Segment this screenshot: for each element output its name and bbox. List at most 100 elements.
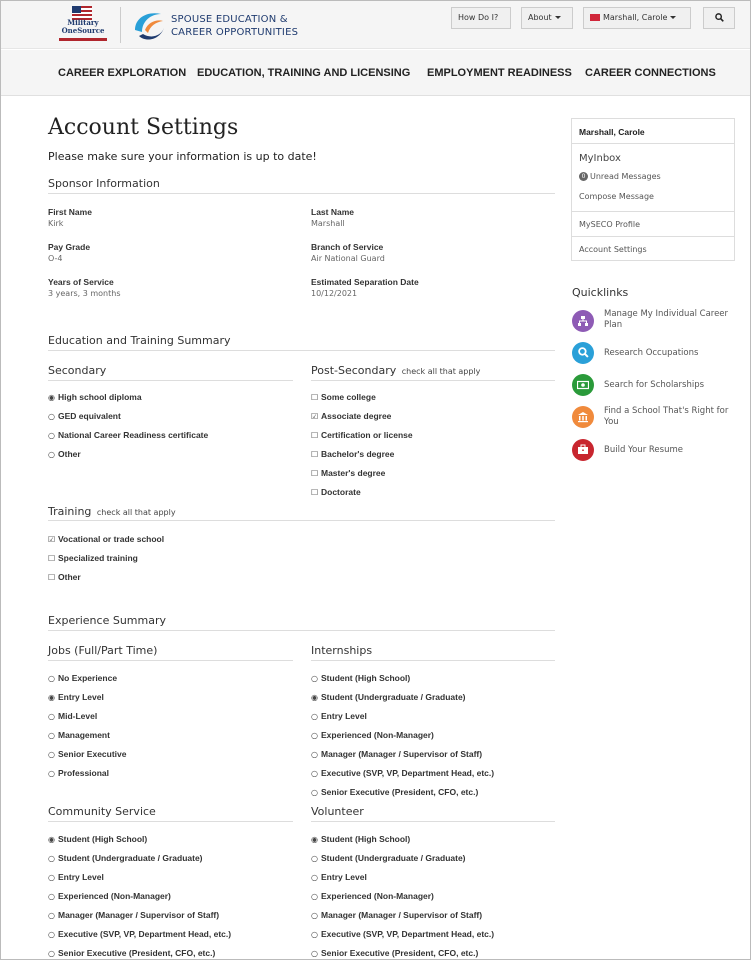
radio-option[interactable]: ◉ Student (High School): [311, 834, 410, 845]
radio-selected-icon: ◉: [48, 693, 55, 702]
pay-grade-value: O-4: [48, 254, 63, 263]
radio-option[interactable]: ◉ High school diploma: [48, 392, 142, 403]
radio-option[interactable]: ○ Executive (SVP, VP, Department Head, et…: [311, 768, 494, 779]
radio-empty-icon: ○: [311, 731, 318, 740]
checkbox-empty-icon: ☐: [48, 554, 56, 563]
radio-empty-icon: ○: [311, 769, 318, 778]
radio-option[interactable]: ○ Senior Executive (President, CFO, etc.): [311, 948, 478, 959]
quicklink-research-occupations[interactable]: Research Occupations: [604, 348, 734, 359]
quicklink-find-school[interactable]: Find a School That's Right for You: [604, 406, 734, 428]
radio-option[interactable]: ○ Manager (Manager / Supervisor of Staff): [48, 910, 219, 921]
radio-option[interactable]: ○ Manager (Manager / Supervisor of Staff): [311, 910, 482, 921]
radio-option[interactable]: ○ Student (Undergraduate / Graduate): [48, 853, 203, 864]
radio-option[interactable]: ○ Experienced (Non-Manager): [48, 891, 171, 902]
checkbox-option[interactable]: ☐ Master's degree: [311, 468, 385, 479]
checkbox-option[interactable]: ☐ Bachelor's degree: [311, 449, 394, 460]
radio-option[interactable]: ○ No Experience: [48, 673, 117, 684]
jobs-heading: Jobs (Full/Part Time): [48, 644, 158, 657]
radio-option[interactable]: ○ Executive (SVP, VP, Department Head, et…: [48, 929, 231, 940]
radio-option[interactable]: ○ Manager (Manager / Supervisor of Staff): [311, 749, 482, 760]
first-name-label: First Name: [48, 207, 92, 217]
school-icon[interactable]: [572, 406, 594, 428]
radio-option[interactable]: ○ GED equivalent: [48, 411, 121, 422]
checkbox-empty-icon: ☐: [311, 450, 319, 459]
nav-career-exploration[interactable]: CAREER EXPLORATION: [58, 67, 186, 79]
nav-employment-readiness[interactable]: EMPLOYMENT READINESS: [427, 67, 572, 79]
education-heading: Education and Training Summary: [48, 334, 231, 347]
option-label: High school diploma: [58, 392, 142, 402]
account-sidebar: Marshall, Carole MyInbox 0 Unread Message…: [571, 118, 735, 261]
nav-career-connections[interactable]: CAREER CONNECTIONS: [585, 67, 716, 79]
seco-logo-line1: SPOUSE EDUCATION &: [171, 14, 288, 25]
search-icon[interactable]: [572, 342, 594, 364]
radio-option[interactable]: ○ Experienced (Non-Manager): [311, 891, 434, 902]
quicklink-build-resume[interactable]: Build Your Resume: [604, 445, 734, 456]
how-do-i-button[interactable]: How Do I?: [451, 7, 511, 29]
radio-empty-icon: ○: [48, 854, 55, 863]
radio-option[interactable]: ○ Senior Executive: [48, 749, 127, 760]
radio-option[interactable]: ○ National Career Readiness certificate: [48, 430, 208, 441]
radio-option[interactable]: ○ Mid-Level: [48, 711, 97, 722]
about-dropdown[interactable]: About: [521, 7, 573, 29]
radio-option[interactable]: ○ Senior Executive (President, CFO, etc.): [48, 948, 215, 959]
radio-option[interactable]: ○ Entry Level: [311, 872, 367, 883]
radio-option[interactable]: ○ Entry Level: [311, 711, 367, 722]
radio-option[interactable]: ◉ Student (High School): [48, 834, 147, 845]
option-label: Entry Level: [58, 692, 104, 702]
nav-education-training-licensing[interactable]: EDUCATION, TRAINING AND LICENSING: [197, 67, 410, 79]
briefcase-icon[interactable]: [572, 439, 594, 461]
radio-option[interactable]: ○ Senior Executive (President, CFO, etc.): [311, 787, 478, 798]
checkbox-option[interactable]: ☐ Certification or license: [311, 430, 413, 441]
radio-option[interactable]: ○ Management: [48, 730, 110, 741]
checkbox-option[interactable]: ☐ Doctorate: [311, 487, 361, 498]
checkbox-option[interactable]: ☑ Vocational or trade school: [48, 534, 164, 545]
seco-logo-text: SPOUSE EDUCATION & CAREER OPPORTUNITIES: [171, 13, 298, 39]
sitemap-icon[interactable]: [572, 310, 594, 332]
page-subtitle: Please make sure your information is up …: [48, 150, 317, 163]
radio-option[interactable]: ○ Student (Undergraduate / Graduate): [311, 853, 466, 864]
checkbox-empty-icon: ☐: [48, 573, 56, 582]
seco-logo-line2: CAREER OPPORTUNITIES: [171, 27, 299, 38]
section-divider: [48, 380, 293, 381]
sidebar-compose-link[interactable]: Compose Message: [579, 192, 654, 201]
radio-option[interactable]: ○ Executive (SVP, VP, Department Head, et…: [311, 929, 494, 940]
option-label: Management: [58, 730, 110, 740]
quicklink-scholarships[interactable]: Search for Scholarships: [604, 380, 734, 391]
radio-empty-icon: ○: [48, 930, 55, 939]
option-label: GED equivalent: [58, 411, 121, 421]
checkbox-option[interactable]: ☑ Associate degree: [311, 411, 391, 422]
quicklink-career-plan[interactable]: Manage My Individual Career Plan: [604, 309, 734, 331]
checkbox-option[interactable]: ☐ Specialized training: [48, 553, 138, 564]
user-dropdown[interactable]: Marshall, Carole: [583, 7, 691, 29]
radio-option[interactable]: ○ Professional: [48, 768, 109, 779]
option-label: Student (High School): [321, 673, 411, 683]
search-icon: [714, 13, 724, 22]
sidebar-settings-link[interactable]: Account Settings: [579, 245, 647, 254]
radio-option[interactable]: ○ Experienced (Non-Manager): [311, 730, 434, 741]
seco-swoosh-icon[interactable]: [131, 8, 167, 44]
option-label: Bachelor's degree: [321, 449, 395, 459]
radio-option[interactable]: ○ Entry Level: [48, 872, 104, 883]
radio-empty-icon: ○: [48, 949, 55, 958]
option-label: Senior Executive (President, CFO, etc.): [58, 948, 216, 958]
sidebar-user-name: Marshall, Carole: [579, 127, 645, 137]
search-button[interactable]: [703, 7, 735, 29]
branch-value: Air National Guard: [311, 254, 385, 263]
radio-option[interactable]: ◉ Student (Undergraduate / Graduate): [311, 692, 466, 703]
radio-option[interactable]: ◉ Entry Level: [48, 692, 104, 703]
checkbox-option[interactable]: ☐ Other: [48, 572, 81, 583]
option-label: Professional: [58, 768, 110, 778]
military-onesource-logo[interactable]: Military OneSource: [53, 6, 113, 44]
sidebar-unread-link[interactable]: 0 Unread Messages: [579, 172, 661, 181]
radio-empty-icon: ○: [311, 854, 318, 863]
sidebar-profile-link[interactable]: MySECO Profile: [579, 220, 640, 229]
sidebar-inbox-link[interactable]: MyInbox: [579, 153, 621, 164]
training-note: check all that apply: [96, 508, 176, 517]
post-secondary-heading: Post-Secondary check all that apply: [311, 364, 480, 377]
checkbox-option[interactable]: ☐ Some college: [311, 392, 376, 403]
money-icon[interactable]: [572, 374, 594, 396]
volunteer-heading: Volunteer: [311, 805, 364, 818]
radio-empty-icon: ○: [311, 892, 318, 901]
radio-option[interactable]: ○ Student (High School): [311, 673, 410, 684]
radio-option[interactable]: ○ Other: [48, 449, 81, 460]
